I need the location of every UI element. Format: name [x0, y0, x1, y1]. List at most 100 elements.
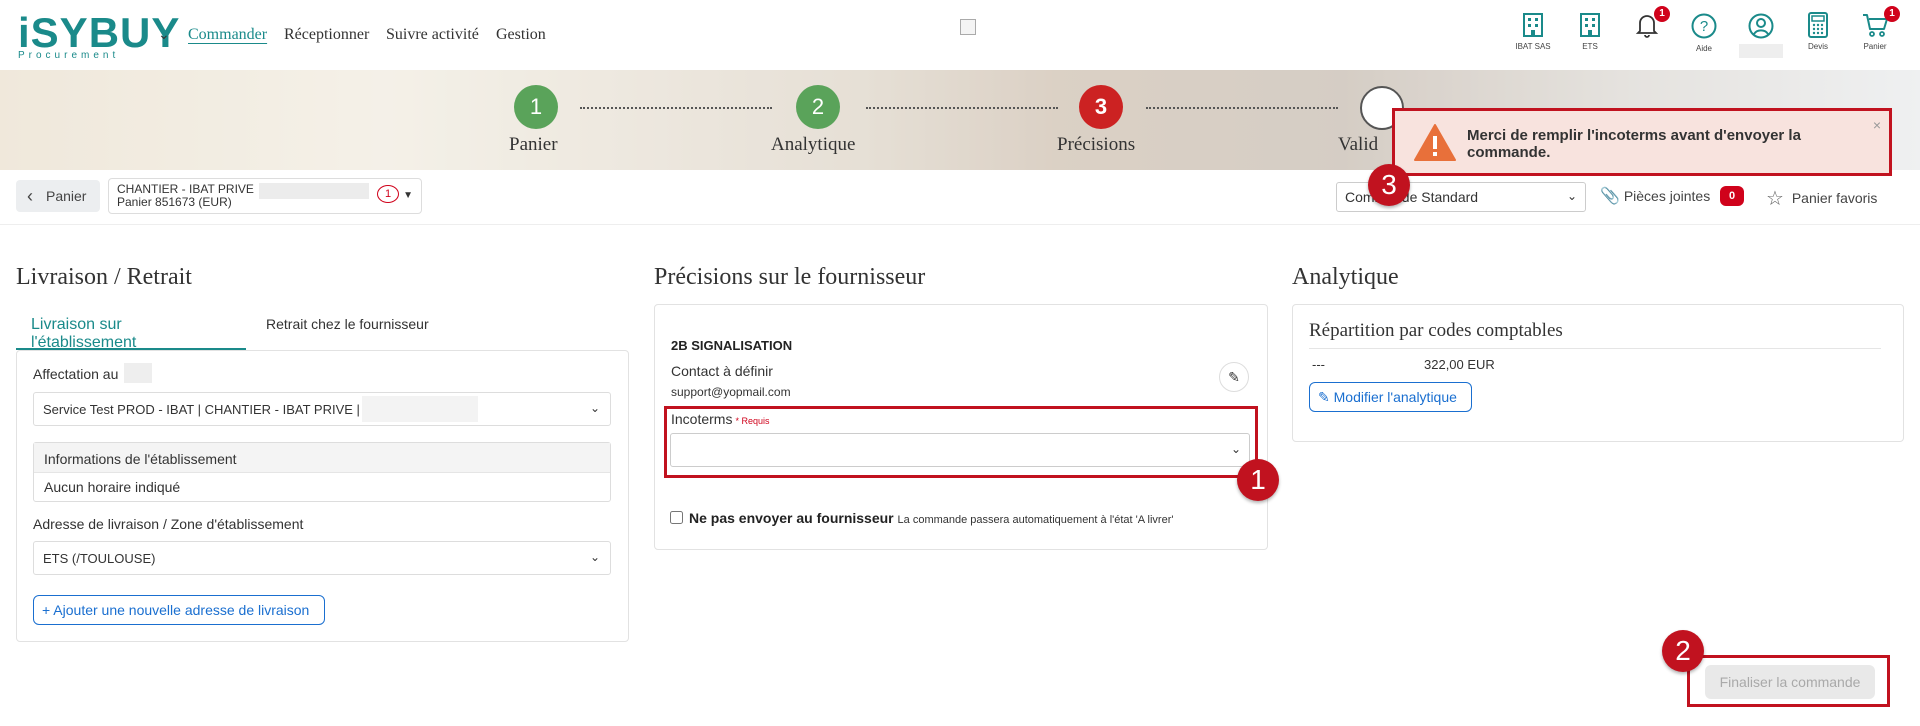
header-icon-label: IBAT SAS — [1515, 42, 1551, 51]
back-to-cart-button[interactable]: ‹ Panier — [16, 180, 100, 212]
supplier-section-title: Précisions sur le fournisseur — [654, 264, 926, 290]
error-toast: Merci de remplir l'incoterms avant d'env… — [1392, 108, 1892, 176]
star-icon: ☆ — [1766, 188, 1784, 210]
chevron-left-icon: ‹ — [27, 186, 33, 206]
caret-down-icon: ▼ — [403, 190, 413, 201]
no-send-checkbox[interactable] — [670, 511, 683, 524]
modify-analytique-button[interactable]: ✎ Modifier l'analytique — [1309, 382, 1472, 412]
header-cart[interactable]: Panier 1 — [1850, 6, 1900, 60]
address-label: Adresse de livraison / Zone d'établissem… — [33, 516, 304, 532]
close-icon[interactable]: × — [1873, 117, 1881, 133]
logo[interactable]: iSYBUY Procurement — [18, 9, 181, 62]
attachments-button[interactable]: 📎 Pièces jointes — [1600, 186, 1710, 206]
favorites-label: Panier favoris — [1791, 190, 1878, 206]
attachments-count-badge: 0 — [1720, 186, 1744, 206]
supplier-name: 2B SIGNALISATION — [671, 338, 793, 353]
header-ets[interactable]: ETS — [1565, 12, 1615, 60]
svg-text:?: ? — [1700, 18, 1708, 35]
warning-icon — [1414, 124, 1456, 161]
header-devis[interactable]: Devis — [1793, 12, 1843, 60]
repartition-title: Répartition par codes comptables — [1309, 320, 1563, 341]
cart-blurred-text — [259, 183, 369, 199]
header-icon-label: Devis — [1807, 42, 1828, 51]
calculator-icon — [1808, 12, 1828, 38]
header: iSYBUY Procurement ⌄ Commander Réception… — [0, 0, 1920, 70]
nav-gestion[interactable]: Gestion — [496, 26, 546, 44]
nav-suivre-activite[interactable]: Suivre activité — [386, 26, 479, 44]
broken-image-icon — [960, 19, 976, 35]
step-1-circle[interactable]: 1 — [514, 85, 558, 129]
order-type-value: Commande Standard — [1345, 189, 1479, 205]
attachments-label: Pièces jointes — [1623, 188, 1711, 204]
step-2-circle[interactable]: 2 — [796, 85, 840, 129]
affectation-value: Service Test PROD - IBAT | CHANTIER - IB… — [43, 402, 360, 417]
nav-receptionner[interactable]: Réceptionner — [284, 26, 369, 44]
annotation-box-incoterms — [664, 406, 1258, 478]
affectation-blurred — [124, 363, 152, 383]
no-send-label: Ne pas envoyer au fournisseur — [689, 510, 894, 526]
favorites-button[interactable]: ☆ Panier favoris — [1766, 186, 1877, 211]
pencil-icon: ✎ — [1318, 389, 1330, 405]
annotation-number-2: 2 — [1662, 630, 1704, 672]
tab-livraison-etablissement[interactable]: Livraison sur l'établissement — [16, 310, 246, 351]
step-3-label: Précisions — [1057, 134, 1136, 155]
cart-count-badge: 1 — [377, 185, 399, 203]
step-4-label: Valid — [1338, 134, 1379, 155]
cart-selector[interactable]: CHANTIER - IBAT PRIVE Panier 851673 (EUR… — [108, 178, 422, 214]
chevron-down-icon: ⌄ — [589, 550, 600, 564]
no-send-note: La commande passera automatiquement à l'… — [897, 514, 1174, 526]
header-ibat-sas[interactable]: IBAT SAS — [1508, 12, 1558, 60]
establishment-hours: Aucun horaire indiqué — [44, 479, 181, 495]
header-icon-label: Panier — [1863, 42, 1887, 51]
step-connector — [1146, 107, 1338, 109]
logo-brand: iSYBUY — [18, 9, 181, 56]
repartition-divider — [1309, 348, 1881, 349]
supplier-email: support@yopmail.com — [671, 385, 791, 399]
affectation-select[interactable]: Service Test PROD - IBAT | CHANTIER - IB… — [33, 392, 611, 426]
analytique-title: Analytique — [1292, 264, 1399, 290]
establishment-info-title: Informations de l'établissement — [34, 443, 610, 473]
header-user[interactable] — [1736, 12, 1786, 60]
affectation-value-blurred — [362, 396, 478, 422]
toolbar-separator — [0, 224, 1920, 225]
step-connector — [866, 107, 1058, 109]
address-value: ETS (/TOULOUSE) — [43, 551, 156, 566]
chevron-down-icon: ⌄ — [589, 401, 600, 415]
livraison-title: Livraison / Retrait — [16, 264, 192, 290]
chevron-down-icon[interactable]: ⌄ — [158, 26, 170, 43]
annotation-number-3: 3 — [1368, 164, 1410, 206]
header-help[interactable]: ? Aide — [1679, 12, 1729, 60]
add-address-button[interactable]: + Ajouter une nouvelle adresse de livrai… — [33, 595, 325, 625]
building-icon — [1523, 13, 1543, 37]
header-icon-label: Aide — [1695, 44, 1712, 53]
modify-analytique-label: Modifier l'analytique — [1333, 389, 1457, 405]
cart-badge: 1 — [1884, 6, 1900, 22]
tab-retrait-fournisseur[interactable]: Retrait chez le fournisseur — [266, 316, 429, 332]
no-send-option: Ne pas envoyer au fournisseur La command… — [670, 510, 1173, 526]
supplier-contact: Contact à définir — [671, 363, 773, 379]
annotation-box-finalize — [1687, 655, 1890, 707]
chevron-down-icon: ⌄ — [1566, 189, 1577, 203]
affectation-label: Affectation au — [33, 366, 119, 382]
header-icon-label: ETS — [1582, 42, 1598, 51]
pencil-icon: ✎ — [1228, 369, 1240, 385]
step-3-circle: 3 — [1079, 85, 1123, 129]
header-notifications[interactable]: 1 — [1622, 6, 1672, 60]
nav-commander[interactable]: Commander — [188, 26, 267, 44]
step-2-label: Analytique — [771, 134, 856, 155]
step-connector — [580, 107, 772, 109]
paperclip-icon: 📎 — [1600, 188, 1620, 205]
help-icon: ? — [1691, 13, 1717, 39]
edit-supplier-button[interactable]: ✎ — [1219, 362, 1249, 392]
back-button-label: Panier — [46, 188, 87, 204]
toast-message: Merci de remplir l'incoterms avant d'env… — [1467, 127, 1801, 161]
user-icon — [1748, 13, 1774, 39]
annotation-number-1: 1 — [1237, 459, 1279, 501]
building-icon — [1580, 13, 1600, 37]
accounting-amount: 322,00 EUR — [1424, 357, 1495, 372]
user-name-blurred — [1739, 44, 1783, 58]
notification-badge: 1 — [1654, 6, 1670, 22]
address-select[interactable]: ETS (/TOULOUSE) ⌄ — [33, 541, 611, 575]
establishment-info-box: Informations de l'établissement Aucun ho… — [33, 442, 611, 502]
step-1-label: Panier — [509, 134, 558, 155]
